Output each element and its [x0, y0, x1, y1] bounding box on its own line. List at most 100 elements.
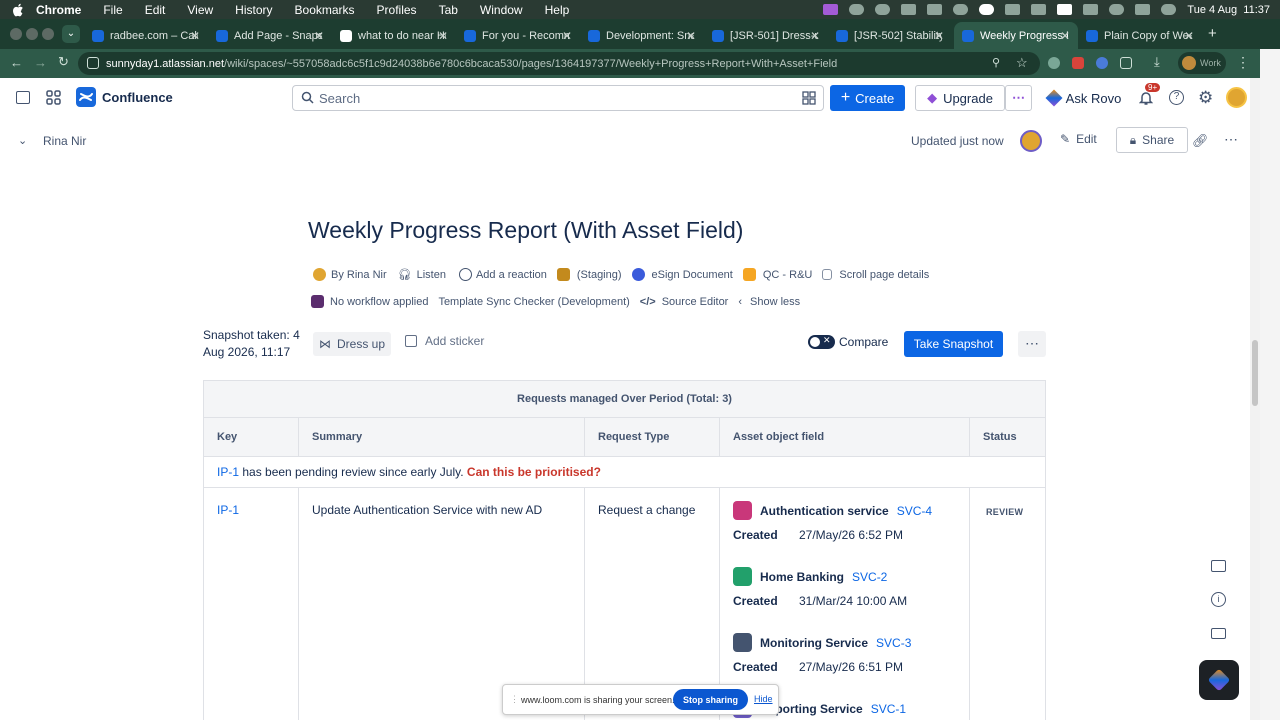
- rovo-search-icon[interactable]: [802, 91, 816, 105]
- window-close-button[interactable]: [10, 28, 22, 40]
- browser-tab[interactable]: Plain Copy of Weekl✕: [1078, 22, 1202, 49]
- column-header-key[interactable]: Key: [203, 417, 299, 457]
- toggle-switch[interactable]: ✕: [808, 335, 835, 349]
- asset-key-link[interactable]: SVC-3: [876, 636, 911, 650]
- menu-tab[interactable]: Tab: [439, 3, 458, 17]
- asset-name[interactable]: Home Banking: [760, 570, 844, 584]
- adblock-extension-icon[interactable]: [1072, 57, 1084, 69]
- column-header-summary[interactable]: Summary: [298, 417, 585, 457]
- more-actions-icon[interactable]: ⋯: [1224, 131, 1238, 148]
- column-header-request-type[interactable]: Request Type: [584, 417, 720, 457]
- tab-close-icon[interactable]: ✕: [810, 29, 820, 43]
- site-info-icon[interactable]: [87, 57, 99, 69]
- spotlight-icon[interactable]: [1109, 4, 1125, 15]
- extension-icon[interactable]: [1048, 57, 1060, 69]
- asset-key-link[interactable]: SVC-1: [871, 702, 906, 716]
- wifi-icon[interactable]: [1083, 4, 1099, 15]
- scrollbar-thumb[interactable]: [1252, 340, 1258, 406]
- notifications-bell-icon[interactable]: [1139, 90, 1153, 106]
- tab-close-icon[interactable]: ✕: [934, 29, 944, 43]
- browser-tab[interactable]: what to do near Hou✕: [332, 22, 456, 49]
- compare-toggle[interactable]: ✕ Compare: [808, 335, 888, 349]
- asset-key-link[interactable]: SVC-4: [897, 504, 932, 518]
- address-bar[interactable]: sunnyday1.atlassian.net/wiki/spaces/~557…: [78, 52, 1040, 75]
- menu-window[interactable]: Window: [480, 3, 523, 17]
- snapshot-more-icon[interactable]: ⋯: [1018, 331, 1046, 357]
- menu-view[interactable]: View: [187, 3, 213, 17]
- tab-close-icon[interactable]: ✕: [314, 29, 324, 43]
- edit-button[interactable]: ✎ Edit: [1060, 132, 1097, 146]
- profile-button[interactable]: Work: [1178, 52, 1226, 74]
- search-input[interactable]: Search: [292, 85, 824, 111]
- rovo-chat-button[interactable]: [1199, 660, 1239, 700]
- create-button[interactable]: + Create: [830, 85, 905, 111]
- control-center-icon[interactable]: [1135, 4, 1151, 15]
- drag-handle-icon[interactable]: ⋮: [510, 694, 519, 705]
- copy-link-icon[interactable]: 🔗︎: [1192, 133, 1209, 149]
- sidebar-toggle-icon[interactable]: [16, 91, 30, 104]
- window-zoom-button[interactable]: [42, 28, 54, 40]
- scroll-page-details-button[interactable]: Scroll page details: [839, 269, 929, 281]
- menu-bookmarks[interactable]: Bookmarks: [295, 3, 355, 17]
- screen-icon[interactable]: [927, 4, 943, 15]
- bookmark-star-icon[interactable]: ☆: [1016, 55, 1028, 71]
- contributor-avatar[interactable]: [1020, 130, 1042, 152]
- keyboard-a-icon[interactable]: [1057, 4, 1073, 15]
- browser-tab[interactable]: Add Page - Snapsho✕: [208, 22, 332, 49]
- tab-close-icon[interactable]: ✕: [686, 29, 696, 43]
- browser-tab[interactable]: For you - Recommen✕: [456, 22, 580, 49]
- menu-edit[interactable]: Edit: [145, 3, 166, 17]
- browser-tab-active[interactable]: Weekly Progress Re✕: [954, 22, 1078, 49]
- tab-close-icon[interactable]: ✕: [190, 29, 200, 43]
- settings-gear-icon[interactable]: ⚙: [1198, 88, 1213, 108]
- upgrade-button[interactable]: ◆ Upgrade: [915, 85, 1005, 111]
- issue-link[interactable]: IP-1: [217, 465, 239, 479]
- download-icon[interactable]: ⤓: [1154, 54, 1160, 70]
- menu-chrome[interactable]: Chrome: [36, 3, 81, 17]
- add-reaction-button[interactable]: Add a reaction: [476, 269, 547, 281]
- take-snapshot-button[interactable]: Take Snapshot: [904, 331, 1003, 357]
- back-arrow-icon[interactable]: ←: [10, 55, 23, 70]
- column-header-status[interactable]: Status: [969, 417, 1046, 457]
- show-less-button[interactable]: Show less: [750, 296, 800, 308]
- tab-search-chevron-icon[interactable]: ⌄: [62, 25, 80, 43]
- new-tab-plus-icon[interactable]: +: [1208, 25, 1217, 42]
- comment-icon[interactable]: [1211, 560, 1226, 572]
- app-switcher-icon[interactable]: [46, 90, 61, 105]
- chevron-down-icon[interactable]: ⌄: [18, 134, 27, 147]
- asset-key-link[interactable]: SVC-2: [852, 570, 887, 584]
- template-sync-checker-button[interactable]: Template Sync Checker (Development): [438, 296, 629, 308]
- column-header-asset[interactable]: Asset object field: [719, 417, 970, 457]
- confluence-logo-icon[interactable]: [76, 87, 96, 107]
- menu-help[interactable]: Help: [545, 3, 570, 17]
- stop-sharing-button[interactable]: Stop sharing: [673, 689, 748, 710]
- moon-icon[interactable]: [1005, 4, 1021, 15]
- workflow-status[interactable]: No workflow applied: [330, 296, 428, 308]
- cloud-icon[interactable]: [849, 4, 865, 15]
- dress-up-button[interactable]: ⋈ Dress up: [313, 332, 391, 356]
- more-apps-button[interactable]: ⋯: [1005, 85, 1032, 111]
- help-icon[interactable]: ?: [1169, 90, 1184, 105]
- menu-history[interactable]: History: [235, 3, 272, 17]
- breadcrumb-author[interactable]: Rina Nir: [43, 134, 86, 148]
- extensions-puzzle-icon[interactable]: [1120, 57, 1132, 69]
- issue-key-link[interactable]: IP-1: [217, 503, 239, 517]
- share-button[interactable]: 🔒︎ Share: [1116, 127, 1188, 153]
- listen-button[interactable]: Listen: [417, 269, 446, 281]
- loom-status-icon[interactable]: [823, 4, 839, 15]
- reload-icon[interactable]: ↻: [58, 54, 69, 70]
- video-icon[interactable]: [1211, 628, 1226, 639]
- asset-name[interactable]: Monitoring Service: [760, 636, 868, 650]
- browser-tab[interactable]: [JSR-502] Stability ✕: [828, 22, 952, 49]
- forward-arrow-icon[interactable]: →: [34, 55, 47, 70]
- sync-icon[interactable]: [953, 4, 969, 15]
- battery-icon[interactable]: [1031, 4, 1047, 15]
- qc-button[interactable]: QC - R&U: [763, 269, 813, 281]
- tab-close-icon[interactable]: ✕: [562, 29, 572, 43]
- source-editor-button[interactable]: Source Editor: [662, 296, 729, 308]
- menu-file[interactable]: File: [103, 3, 122, 17]
- menu-profiles[interactable]: Profiles: [377, 3, 417, 17]
- ask-rovo-button[interactable]: Ask Rovo: [1041, 85, 1128, 111]
- zoom-icon[interactable]: ⚲: [992, 56, 1000, 69]
- tab-close-icon[interactable]: ✕: [438, 29, 448, 43]
